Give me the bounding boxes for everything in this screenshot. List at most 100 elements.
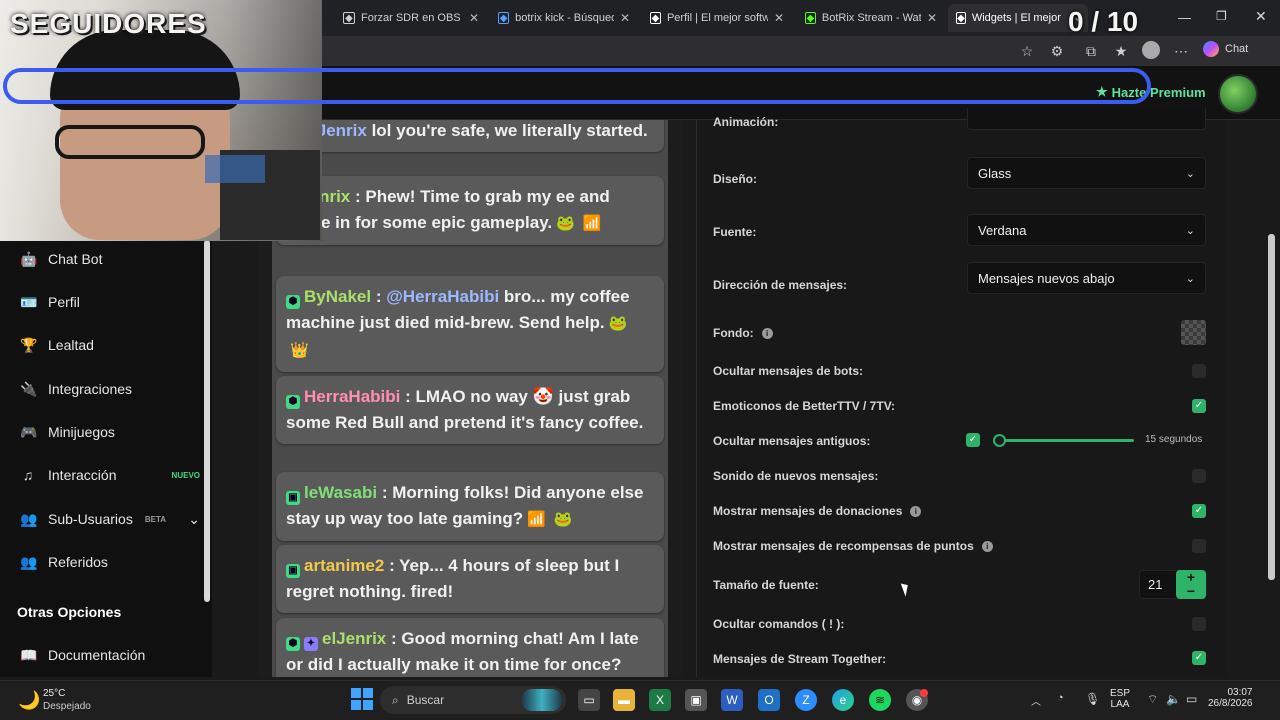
setting-checkbox[interactable]: ✓ bbox=[1192, 504, 1206, 518]
clock[interactable]: 03:07 26/8/2026 bbox=[1208, 687, 1253, 709]
animacion-label: Animación: bbox=[713, 115, 779, 129]
sidebar-item[interactable]: 📖 Documentación bbox=[20, 643, 145, 667]
info-icon[interactable]: i bbox=[981, 540, 993, 552]
language-indicator[interactable]: ESP LAA bbox=[1110, 688, 1130, 710]
chevron-down-icon: ⌄ bbox=[1185, 167, 1195, 180]
ocultar-comandos-checkbox[interactable] bbox=[1192, 617, 1206, 631]
obs-tray-icon[interactable]: ◔ bbox=[1057, 692, 1064, 704]
chat-username[interactable]: elJenrix bbox=[322, 629, 386, 648]
word-icon[interactable]: W bbox=[721, 689, 743, 711]
volume-icon[interactable]: 🔈 bbox=[1166, 692, 1181, 706]
outlook-icon[interactable]: O bbox=[758, 689, 780, 711]
chat-username[interactable]: leWasabi bbox=[304, 483, 377, 502]
direccion-select[interactable]: Mensajes nuevos abajo ⌄ bbox=[967, 262, 1206, 294]
maximize-window-icon[interactable]: ❐ bbox=[1216, 9, 1227, 23]
tab-label: botrix kick - Búsqueda bbox=[515, 12, 614, 24]
sidebar-item[interactable]: 👥 Referidos bbox=[20, 550, 200, 574]
setting-checkbox[interactable] bbox=[1192, 539, 1206, 553]
ocultar-antiguos-slider-thumb[interactable] bbox=[993, 434, 1006, 447]
browser-tab[interactable]: ◆ botrix kick - Búsqueda ✕ bbox=[490, 4, 638, 32]
sidebar-item[interactable]: 🔌 Integraciones bbox=[20, 377, 200, 401]
close-tab-icon[interactable]: ✕ bbox=[620, 11, 630, 25]
page-scrollbar[interactable] bbox=[1268, 234, 1275, 580]
profile-avatar-icon[interactable] bbox=[1142, 41, 1160, 59]
close-tab-icon[interactable]: ✕ bbox=[927, 11, 937, 25]
setting-label: Emoticonos de BetterTTV / 7TV: bbox=[713, 399, 896, 413]
fuente-select[interactable]: Verdana ⌄ bbox=[967, 214, 1206, 246]
ocultar-antiguos-slider-track[interactable] bbox=[1000, 439, 1134, 442]
browser-tab[interactable]: ◆ Perfil | El mejor softwar ✕ bbox=[642, 4, 792, 32]
chevron-down-icon[interactable]: ⌄ bbox=[188, 511, 200, 528]
recording-indicator-icon bbox=[920, 689, 928, 697]
info-icon[interactable]: i bbox=[910, 505, 922, 517]
stream-together-checkbox[interactable]: ✓ bbox=[1192, 651, 1206, 665]
battery-icon[interactable]: ▭ bbox=[1186, 692, 1197, 706]
favorites-icon[interactable]: ★ bbox=[1112, 42, 1130, 60]
user-avatar[interactable] bbox=[1218, 74, 1258, 114]
weather-desc[interactable]: Despejado bbox=[43, 701, 91, 712]
search-icon: ⌕ bbox=[392, 692, 399, 707]
chat-username[interactable]: ByNakel bbox=[304, 287, 371, 306]
sidebar-item[interactable]: 🪪 Perfil bbox=[20, 290, 200, 314]
task-view-icon[interactable]: ▭ bbox=[578, 689, 600, 711]
sidebar-badge: NUEVO bbox=[171, 470, 200, 480]
close-tab-icon[interactable]: ✕ bbox=[469, 11, 479, 25]
chevron-down-icon: ⌄ bbox=[1185, 224, 1195, 237]
sidebar-scrollbar[interactable] bbox=[204, 240, 210, 602]
close-tab-icon[interactable]: ✕ bbox=[774, 11, 784, 25]
store-icon[interactable]: ▣ bbox=[685, 689, 707, 711]
ocultar-comandos-label: Ocultar comandos ( ! ): bbox=[713, 617, 845, 631]
trophy-icon: 🏆 bbox=[20, 336, 38, 353]
user-badge-icon: ✦ bbox=[304, 637, 318, 651]
users-cog-icon: 👥 bbox=[20, 510, 38, 527]
diseno-select[interactable]: Glass ⌄ bbox=[967, 157, 1206, 189]
excel-icon[interactable]: X bbox=[649, 689, 671, 711]
split-screen-icon[interactable]: ⧉ bbox=[1082, 42, 1100, 60]
browser-tab[interactable]: ◆Widgets | El mejor softw✕ bbox=[948, 4, 1088, 32]
weather-temp[interactable]: 25°C bbox=[43, 688, 65, 699]
sidebar-item[interactable]: 🏆 Lealtad bbox=[20, 333, 200, 357]
edge-icon[interactable]: e bbox=[832, 689, 854, 711]
font-size-value[interactable]: 21 bbox=[1148, 577, 1162, 592]
microphone-icon[interactable]: 🎙 bbox=[1085, 692, 1100, 706]
decrease-font-size-button[interactable]: − bbox=[1176, 584, 1206, 599]
copilot-chat-button[interactable]: Chat bbox=[1203, 41, 1248, 57]
chat-text: lol you're safe, we literally started. bbox=[366, 121, 648, 140]
sidebar-item[interactable]: 🤖 Chat Bot bbox=[20, 247, 200, 271]
browser-tab[interactable]: ◆ Forzar SDR en OBS ✕ bbox=[335, 4, 487, 32]
followers-goal-progress-bar bbox=[3, 68, 1151, 104]
chat-emote: 📶 bbox=[527, 511, 546, 528]
chat-username[interactable]: artanime2 bbox=[304, 556, 384, 575]
sidebar-item[interactable]: ♫ Interacción NUEVO bbox=[20, 463, 200, 487]
wifi-icon[interactable]: ⌔ bbox=[1147, 692, 1158, 707]
chat-mention[interactable]: @HerraHabibi bbox=[386, 287, 499, 306]
chat-message: @elJenrix lol you're safe, we literally … bbox=[276, 120, 664, 152]
info-icon[interactable]: i bbox=[761, 327, 773, 339]
spotify-icon[interactable]: ≋ bbox=[869, 689, 891, 711]
chat-message: ▣ leWasabi : Morning folks! Did anyone el… bbox=[276, 472, 664, 541]
setting-checkbox[interactable]: ✓ bbox=[1192, 399, 1206, 413]
chevron-up-icon[interactable]: ︿ bbox=[1031, 693, 1041, 708]
favorite-star-icon[interactable]: ☆ bbox=[1018, 42, 1036, 60]
background-color-picker[interactable] bbox=[1181, 320, 1206, 345]
tab-label: Forzar SDR en OBS bbox=[361, 12, 461, 24]
zoom-icon[interactable]: Z bbox=[795, 689, 817, 711]
sidebar-section-title: Otras Opciones bbox=[17, 604, 122, 620]
ocultar-antiguos-checkbox[interactable]: ✓ bbox=[966, 433, 980, 447]
minimize-window-icon[interactable]: — bbox=[1178, 10, 1191, 25]
sidebar-item[interactable]: 👥 Sub-Usuarios BETA ⌄ bbox=[20, 507, 200, 531]
setting-label: Sonido de nuevos mensajes: bbox=[713, 469, 879, 483]
setting-checkbox[interactable] bbox=[1192, 469, 1206, 483]
setting-checkbox[interactable] bbox=[1192, 364, 1206, 378]
chat-username[interactable]: HerraHabibi bbox=[304, 387, 400, 406]
sidebar-item[interactable]: 🎮 Minijuegos bbox=[20, 420, 200, 444]
extensions-icon[interactable]: ⚙ bbox=[1048, 42, 1066, 60]
close-window-icon[interactable]: ✕ bbox=[1255, 8, 1267, 25]
windows-start-icon[interactable] bbox=[351, 688, 373, 710]
sidebar-badge: BETA bbox=[144, 514, 167, 524]
sidebar-item-label: Sub-Usuarios bbox=[48, 511, 133, 527]
more-options-icon[interactable]: ⋯ bbox=[1172, 42, 1190, 60]
file-explorer-icon[interactable]: ▬ bbox=[613, 689, 635, 711]
animacion-select[interactable] bbox=[967, 108, 1206, 130]
browser-tab[interactable]: ◆ BotRix Stream - Watch ✕ bbox=[797, 4, 945, 32]
